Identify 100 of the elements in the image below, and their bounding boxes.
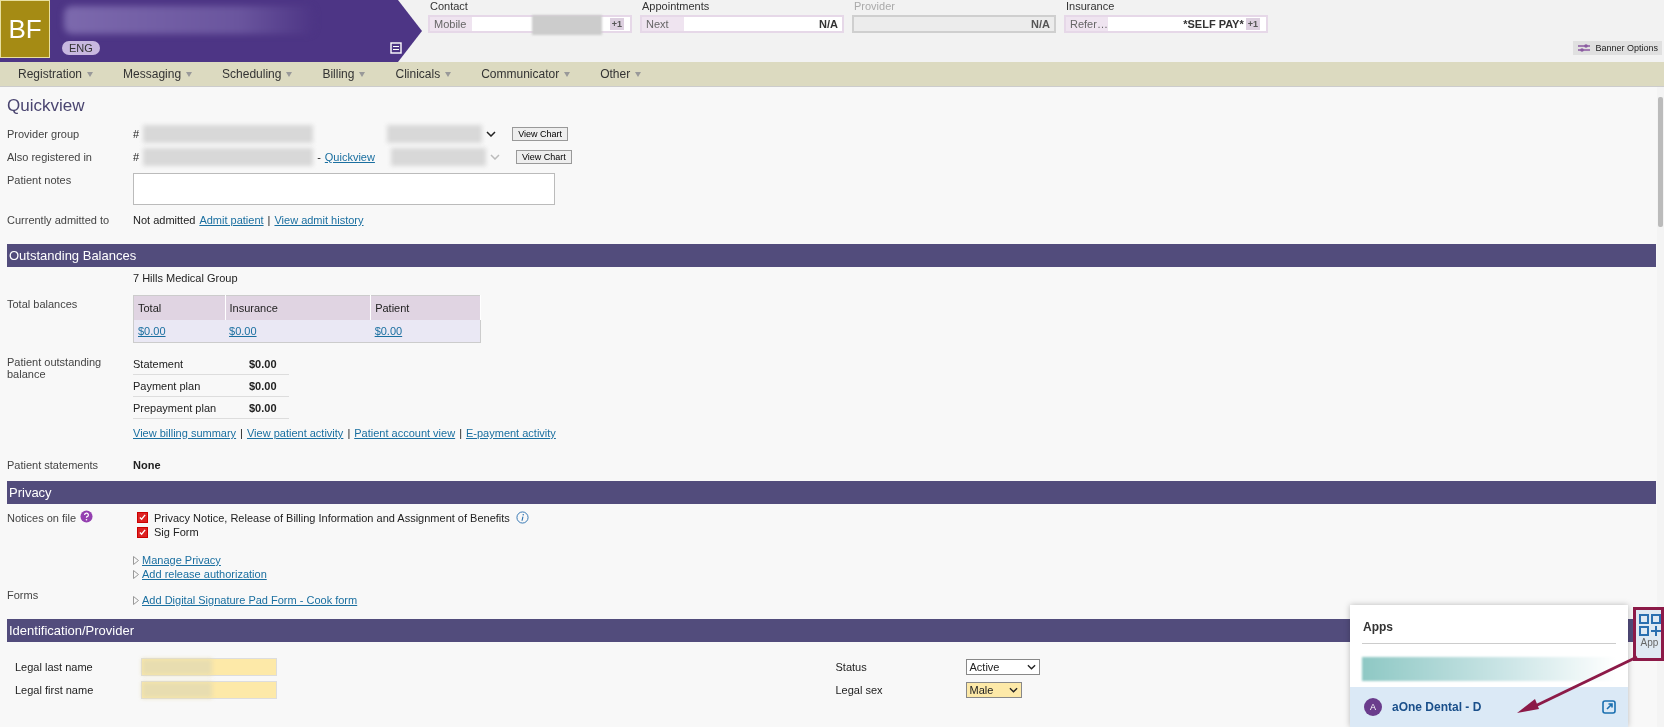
form-link[interactable]: Add Digital Signature Pad Form - Cook form	[142, 594, 358, 606]
checkbox[interactable]	[137, 526, 148, 538]
app-avatar: A	[1364, 698, 1382, 716]
chevron-icon	[489, 154, 500, 160]
hash-mark: #	[133, 151, 140, 163]
link-separator: |	[240, 427, 243, 439]
app-item[interactable]: A aOne Dental - D	[1350, 687, 1628, 727]
notice-label: Sig Form	[154, 526, 199, 538]
chevron-icon	[1008, 686, 1018, 693]
text-field[interactable]	[141, 657, 277, 676]
field-label: Provider group	[7, 127, 81, 140]
view-chart-button[interactable]: View Chart	[512, 127, 568, 141]
menu-item[interactable]: Scheduling	[222, 67, 293, 81]
amount-link[interactable]: $0.00	[138, 325, 166, 337]
link-separator: |	[267, 214, 271, 226]
hash-mark: #	[133, 128, 140, 140]
field-heading: Contact	[429, 0, 469, 14]
section-header: Outstanding Balances	[7, 244, 1656, 267]
field-label: Patient outstanding balance	[7, 355, 103, 380]
banner-field[interactable]: Mobile +1	[428, 15, 632, 33]
group-name: 7 Hills Medical Group	[133, 272, 238, 284]
field-label: Notices on file	[7, 511, 77, 524]
field-label: Legal first name	[15, 683, 95, 696]
field-label: Status	[835, 660, 868, 673]
checkbox[interactable]	[137, 512, 148, 523]
quickview-link[interactable]: Quickview	[324, 151, 375, 163]
balance-name: Payment plan	[133, 375, 249, 397]
balance-name: Statement	[133, 353, 249, 375]
panel-title: Apps	[1363, 620, 1393, 634]
expand-arrow-icon	[133, 595, 139, 605]
menu-item[interactable]: Other	[600, 67, 642, 81]
count-badge: +1	[609, 18, 624, 30]
text-field[interactable]	[141, 680, 277, 699]
amount-link[interactable]: $0.00	[229, 325, 257, 337]
dash-separator: -	[317, 151, 321, 163]
chevron-icon	[486, 131, 497, 137]
caret-icon	[564, 71, 571, 77]
field-value: N/A	[819, 18, 838, 30]
caret-icon	[635, 71, 642, 77]
caret-icon	[359, 71, 366, 77]
billing-link[interactable]: View patient activity	[246, 427, 344, 439]
section-header: Privacy	[7, 481, 1656, 504]
field-label: Patient notes	[7, 173, 73, 186]
balance-amount: $0.00	[249, 397, 289, 419]
statements-value: None	[133, 459, 161, 471]
field-label: Legal last name	[15, 660, 94, 673]
admission-status: Not admitted	[133, 214, 196, 226]
caret-icon	[445, 71, 452, 77]
external-link-icon	[1602, 700, 1616, 714]
field-label: Refer…	[1069, 18, 1108, 30]
amount-link[interactable]: $0.00	[374, 325, 403, 337]
column-header: Total	[133, 295, 226, 320]
billing-link[interactable]: View billing summary	[133, 427, 237, 439]
sliders-icon	[1577, 43, 1592, 53]
billing-link[interactable]: Patient account view	[354, 427, 456, 439]
caret-icon	[186, 71, 193, 77]
balance-amount: $0.00	[249, 375, 289, 397]
privacy-link[interactable]: Add release authorization	[142, 568, 267, 580]
notice-label: Privacy Notice, Release of Billing Information and Assignment of Benefits	[154, 511, 510, 524]
privacy-link[interactable]: Manage Privacy	[142, 554, 221, 566]
field-label: Currently admitted to	[7, 213, 111, 226]
field-label: Total balances	[7, 297, 79, 310]
admission-link[interactable]: View admit history	[274, 214, 364, 226]
app-name: aOne Dental - D	[1392, 700, 1483, 714]
menu-item[interactable]: Registration	[18, 67, 94, 81]
language-badge: ENG	[62, 41, 100, 55]
chevron-icon	[1026, 663, 1036, 670]
view-chart-button[interactable]: View Chart	[515, 150, 572, 164]
banner-field[interactable]: Next N/A	[640, 15, 844, 33]
admission-link[interactable]: Admit patient	[199, 214, 264, 226]
balance-amount: $0.00	[249, 353, 289, 375]
column-header: Patient	[370, 295, 481, 320]
link-separator: |	[459, 427, 462, 439]
menu-item[interactable]: Billing	[322, 67, 366, 81]
field-label: Forms	[7, 588, 40, 601]
menu-item[interactable]: Communicator	[481, 67, 571, 81]
note-icon	[390, 42, 402, 54]
balance-name: Prepayment plan	[133, 397, 249, 419]
column-header: Insurance	[225, 295, 371, 320]
field-label: Also registered in	[7, 150, 93, 163]
field-value: *SELF PAY*	[1183, 18, 1244, 30]
info-icon	[515, 511, 529, 524]
dropdown[interactable]: Active	[965, 658, 1040, 675]
patient-avatar: BF	[0, 0, 50, 58]
count-badge: +1	[1245, 18, 1260, 30]
banner-options-button[interactable]: Banner Options	[1573, 41, 1662, 55]
field-label: Mobile	[433, 18, 468, 30]
billing-link[interactable]: E-payment activity	[466, 427, 556, 439]
menu-item[interactable]: Messaging	[123, 67, 193, 81]
field-heading: Provider	[853, 0, 896, 14]
caret-icon	[286, 71, 293, 77]
dropdown[interactable]: Male	[965, 681, 1022, 698]
menu-item[interactable]: Clinicals	[395, 67, 452, 81]
notes-field[interactable]	[133, 173, 555, 205]
link-separator: |	[347, 427, 351, 439]
field-label: Legal sex	[835, 683, 884, 696]
apps-button[interactable]: App	[1633, 607, 1664, 661]
banner-field[interactable]: Refer… *SELF PAY* +1	[1064, 15, 1268, 33]
help-icon	[80, 510, 94, 523]
field-heading: Insurance	[1065, 0, 1116, 14]
